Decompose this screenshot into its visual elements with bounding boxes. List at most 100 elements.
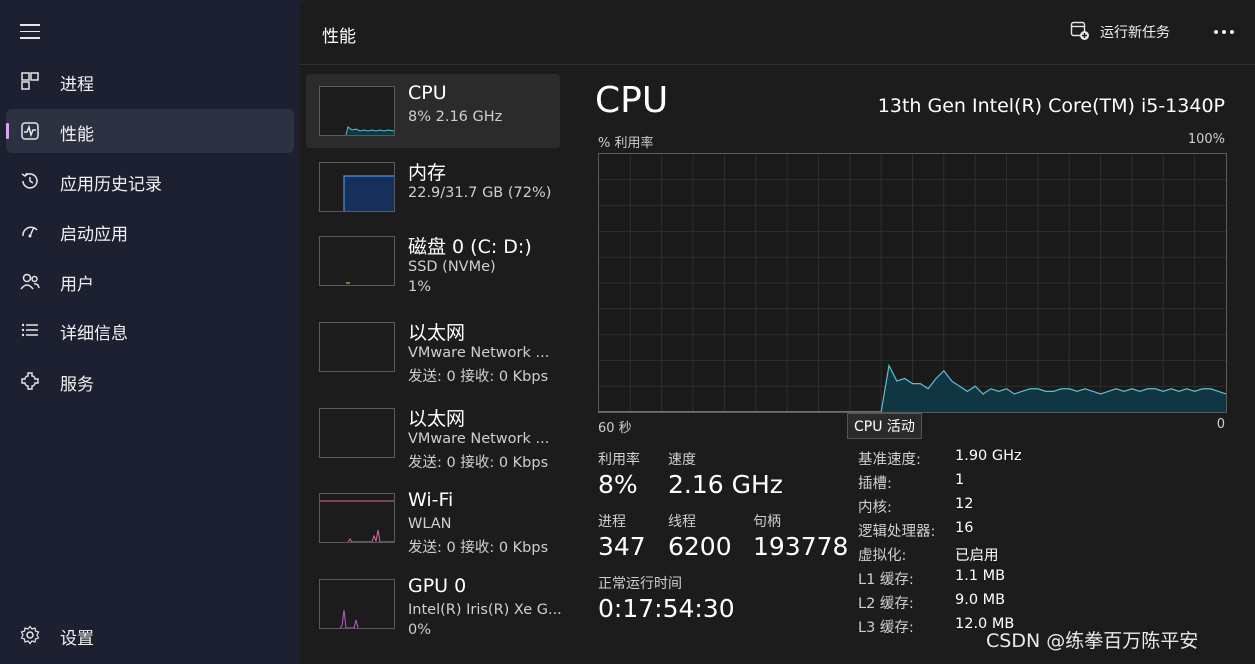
nav-item-users[interactable]: 用户 (6, 259, 294, 303)
spec-label: L1 缓存: (858, 572, 914, 588)
spec-row: L2 缓存: 9.0 MB (858, 592, 1058, 616)
nav-item-label: 服务 (60, 375, 94, 395)
spec-label: 虚拟化: (858, 548, 907, 564)
graph-label-utilization: % 利用率 (598, 136, 654, 151)
nav-item-label: 启动应用 (60, 225, 128, 245)
spec-row: 基准速度: 1.90 GHz (858, 448, 1058, 472)
device-summary: 8% 2.16 GHz (408, 109, 503, 125)
device-name: 以太网 (408, 408, 466, 430)
users-icon (20, 273, 40, 290)
device-usage: 0% (408, 622, 432, 638)
spec-row: L1 缓存: 1.1 MB (858, 568, 1058, 592)
stat-value: 6200 (668, 532, 732, 561)
gear-icon (20, 625, 40, 645)
stat-processes: 进程 347 (598, 511, 646, 561)
performance-icon (21, 122, 39, 140)
stat-value: 8% (598, 470, 638, 499)
device-throughput: 发送: 0 接收: 0 Kbps (408, 540, 549, 556)
stat-label: 进程 (598, 514, 626, 530)
spec-row: 插槽: 1 (858, 472, 1058, 496)
stat-uptime: 正常运行时间 0:17:54:30 (598, 573, 735, 623)
processes-icon (21, 72, 39, 90)
startup-icon (22, 226, 38, 238)
stat-label: 利用率 (598, 452, 640, 468)
watermark-text: CSDN @练拳百万陈平安 (986, 630, 1199, 652)
device-item-ethernet-2[interactable]: 以太网 VMware Network ... 发送: 0 接收: 0 Kbps (306, 396, 560, 471)
memory-mini-graph (319, 162, 395, 212)
active-indicator (6, 123, 9, 139)
nav-item-processes[interactable]: 进程 (6, 59, 294, 103)
nav-item-details[interactable]: 详细信息 (6, 308, 294, 352)
device-adapter: WLAN (408, 516, 452, 532)
spec-value: 1.90 GHz (955, 448, 1022, 464)
nav-item-label: 详细信息 (60, 324, 128, 344)
ethernet-mini-graph (319, 322, 395, 372)
run-new-task-button[interactable]: 运行新任务 (1070, 20, 1170, 44)
device-item-disk[interactable]: 磁盘 0 (C: D:) SSD (NVMe) 1% (306, 224, 560, 298)
cpu-model: 13th Gen Intel(R) Core(TM) i5-1340P (877, 95, 1225, 117)
spec-value: 16 (955, 520, 974, 536)
graph-label-max: 100% (1187, 132, 1225, 147)
spec-label: L2 缓存: (858, 596, 914, 612)
spec-label: L3 缓存: (858, 620, 914, 636)
device-adapter: Intel(R) Iris(R) Xe G... (408, 602, 562, 618)
device-throughput: 发送: 0 接收: 0 Kbps (408, 369, 549, 385)
cpu-utilization-graph (598, 153, 1227, 413)
device-item-gpu[interactable]: GPU 0 Intel(R) Iris(R) Xe G... 0% (306, 567, 562, 641)
spec-label: 逻辑处理器: (858, 524, 936, 540)
device-type: SSD (NVMe) (408, 259, 496, 275)
spec-row: 逻辑处理器: 16 (858, 520, 1058, 544)
stat-label: 正常运行时间 (598, 576, 682, 592)
nav-item-label: 进程 (60, 75, 94, 95)
nav-item-services[interactable]: 服务 (6, 359, 294, 403)
device-adapter: VMware Network ... (408, 345, 550, 361)
hamburger-menu-icon[interactable] (20, 24, 40, 40)
nav-item-app-history[interactable]: 应用历史记录 (6, 159, 294, 203)
spec-value: 9.0 MB (955, 592, 1006, 608)
device-name: 磁盘 0 (C: D:) (408, 236, 532, 258)
graph-axis-right: 0 (1216, 417, 1225, 432)
device-item-ethernet-1[interactable]: 以太网 VMware Network ... 发送: 0 接收: 0 Kbps (306, 310, 560, 385)
spec-row: 虚拟化: 已启用 (858, 544, 1058, 568)
stat-value: 193778 (753, 532, 849, 561)
header-divider (300, 64, 1255, 65)
more-options-icon[interactable] (1212, 22, 1236, 42)
details-icon (21, 323, 38, 337)
navigation-pane: 进程 性能 应用历史记录 启动应用 用户 详细信息 服务 设置 (0, 0, 300, 664)
gpu-mini-graph (319, 579, 395, 629)
stat-handles: 句柄 193778 (753, 511, 848, 561)
spec-value: 1 (955, 472, 965, 488)
stat-label: 线程 (668, 514, 696, 530)
stat-value: 347 (598, 532, 646, 561)
stat-label: 速度 (668, 452, 696, 468)
nav-item-settings[interactable]: 设置 (6, 613, 294, 657)
spec-value: 1.1 MB (955, 568, 1006, 584)
nav-item-label: 应用历史记录 (60, 175, 162, 195)
disk-mini-graph (319, 236, 395, 286)
cpu-activity-tooltip: CPU 活动 (847, 413, 922, 439)
history-icon (21, 172, 38, 189)
stat-threads: 线程 6200 (668, 511, 732, 561)
device-name: 以太网 (408, 322, 466, 344)
stat-value: 0:17:54:30 (598, 594, 735, 623)
device-item-wifi[interactable]: Wi-Fi WLAN 发送: 0 接收: 0 Kbps (306, 481, 560, 556)
nav-item-label: 用户 (60, 275, 94, 295)
nav-item-label: 性能 (60, 125, 94, 145)
device-item-cpu[interactable]: CPU 8% 2.16 GHz (306, 74, 560, 148)
spec-row: 内核: 12 (858, 496, 1058, 520)
nav-item-performance[interactable]: 性能 (6, 109, 294, 153)
device-name: CPU (408, 82, 447, 104)
spec-value: 12 (955, 496, 974, 512)
page-title: 性能 (322, 27, 356, 47)
graph-axis-left: 60 秒 (598, 421, 632, 436)
new-task-icon (1070, 21, 1089, 40)
wifi-mini-graph (319, 493, 395, 543)
stat-utilization: 利用率 8% (598, 449, 640, 499)
spec-label: 基准速度: (858, 452, 921, 468)
device-name: Wi-Fi (408, 489, 454, 511)
nav-item-startup[interactable]: 启动应用 (6, 209, 294, 253)
device-item-memory[interactable]: 内存 22.9/31.7 GB (72%) (306, 150, 560, 224)
device-name: GPU 0 (408, 575, 467, 597)
device-adapter: VMware Network ... (408, 431, 550, 447)
spec-label: 内核: (858, 500, 892, 516)
